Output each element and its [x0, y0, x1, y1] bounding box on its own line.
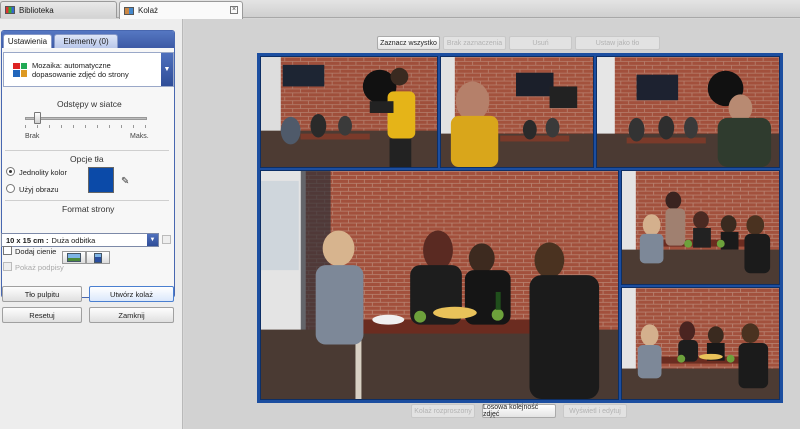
format-name: Duża odbitka — [51, 235, 96, 245]
spacing-title: Odstępy w siatce — [57, 99, 122, 109]
solid-color-radio[interactable] — [6, 167, 15, 176]
show-captions-checkbox[interactable] — [3, 262, 12, 271]
tab-kolaz[interactable]: Kolaż × — [119, 1, 243, 19]
desktop-background-button[interactable]: Tło pulpitu — [2, 286, 82, 302]
close-button[interactable]: Zamknij — [89, 307, 174, 323]
portrait-button[interactable] — [86, 251, 110, 264]
slider-ticks — [25, 125, 147, 128]
layout-select-value: Mozaika: automatyczne dopasowanie zdjęć … — [32, 60, 129, 79]
tab-elementy[interactable]: Elementy (0) — [54, 34, 118, 48]
spacing-min-label: Brak — [25, 133, 40, 140]
collage-workspace: Zaznacz wszystko Brak zaznaczenia Usuń U… — [184, 19, 800, 429]
solid-color-label: Jednolity kolor — [19, 168, 67, 177]
settings-sidebar: Ustawienia Elementy (0) Mozaika: automat… — [0, 19, 183, 429]
collage-photo[interactable] — [621, 170, 780, 285]
chevron-down-icon[interactable]: ▼ — [147, 234, 158, 246]
portrait-icon — [94, 252, 102, 263]
add-shadows-checkbox[interactable] — [3, 246, 12, 255]
set-as-background-button[interactable]: Ustaw jako tło — [575, 36, 660, 50]
eyedropper-icon[interactable]: ✎ — [121, 176, 129, 187]
select-all-button[interactable]: Zaznacz wszystko — [377, 36, 440, 50]
tab-ustawienia[interactable]: Ustawienia — [3, 34, 52, 48]
page-format-title: Format strony — [62, 204, 115, 214]
format-size: 10 x 15 cm : — [6, 235, 49, 245]
shuffle-photos-button[interactable]: Losowa kolejność zdjęć — [482, 404, 556, 418]
background-color-swatch[interactable] — [88, 167, 114, 193]
collage-icon — [124, 6, 134, 15]
library-icon — [5, 6, 15, 14]
create-collage-button[interactable]: Utwórz kolaż — [89, 286, 174, 302]
collage-canvas[interactable] — [257, 53, 783, 403]
mosaic-icon — [13, 62, 27, 77]
chevron-down-icon[interactable]: ▼ — [161, 53, 173, 86]
collage-photo[interactable] — [596, 56, 780, 168]
deselect-button[interactable]: Brak zaznaczenia — [443, 36, 506, 50]
document-tab-bar: Biblioteka Kolaż × — [0, 0, 800, 19]
landscape-button[interactable] — [62, 251, 86, 264]
collage-photo[interactable] — [260, 56, 438, 168]
collage-photo[interactable] — [440, 56, 594, 168]
page-format-select[interactable]: 10 x 15 cm : Duża odbitka ▼ — [1, 233, 159, 247]
add-shadows-label: Dodaj cienie — [15, 247, 57, 256]
divider — [5, 200, 169, 201]
spacing-max-label: Maks. — [130, 133, 149, 140]
show-captions-label: Pokaż podpisy — [15, 263, 64, 272]
view-edit-button[interactable]: Wyświetl i edytuj — [563, 404, 627, 418]
delete-button[interactable]: Usuń — [509, 36, 572, 50]
use-image-radio[interactable] — [6, 184, 15, 193]
tab-label: Kolaż — [138, 6, 159, 15]
divider — [5, 150, 169, 151]
reset-button[interactable]: Resetuj — [2, 307, 82, 323]
layout-select[interactable]: Mozaika: automatyczne dopasowanie zdjęć … — [3, 52, 174, 87]
scattered-collage-button[interactable]: Kolaż rozproszony — [411, 404, 475, 418]
tab-label: Biblioteka — [19, 5, 54, 15]
background-title: Opcje tła — [70, 154, 104, 164]
close-tab-icon[interactable]: × — [230, 6, 238, 14]
format-options-icon[interactable] — [162, 235, 171, 244]
landscape-icon — [67, 253, 81, 262]
use-image-label: Użyj obrazu — [19, 185, 59, 194]
tab-biblioteka[interactable]: Biblioteka — [0, 1, 117, 18]
collage-photo[interactable] — [260, 170, 619, 400]
collage-photo[interactable] — [621, 287, 780, 400]
spacing-slider-thumb[interactable] — [34, 112, 42, 124]
spacing-slider-track[interactable] — [25, 117, 147, 120]
